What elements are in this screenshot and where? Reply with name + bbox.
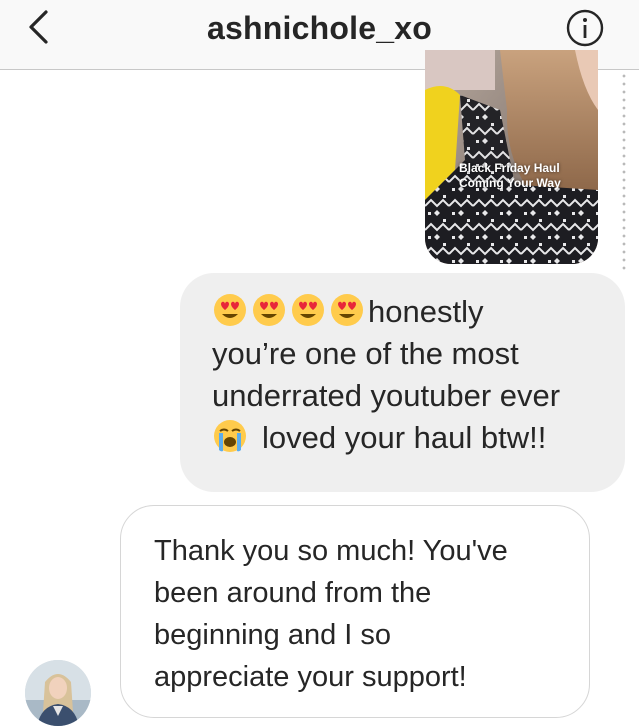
info-icon xyxy=(566,9,604,47)
heart-eyes-emoji-icon xyxy=(331,294,363,326)
scroll-indicator xyxy=(622,72,626,272)
story-caption: Black Friday Haul Coming Your Way xyxy=(459,161,561,190)
heart-eyes-emoji-icon xyxy=(253,294,285,326)
crying-face-emoji-icon xyxy=(214,420,246,452)
message-line-4: appreciate your support! xyxy=(154,661,467,693)
message-line-2: you’re one of the most xyxy=(212,336,519,371)
message-text: honestly xyxy=(368,294,484,329)
message-line-3: beginning and I so xyxy=(154,619,392,651)
message-line-1: Thank you so much! You've xyxy=(154,535,508,567)
message-line-2: been around from the xyxy=(154,577,432,609)
sender-avatar[interactable] xyxy=(25,660,91,726)
story-photo xyxy=(425,50,598,264)
heart-eyes-emoji-icon xyxy=(292,294,324,326)
sent-message-bubble[interactable]: honestly you’re one of the most underrat… xyxy=(180,273,625,492)
message-line-1: honestly xyxy=(212,291,605,333)
dm-thread-screen: ashnichole_xo Black Friday Haul Coming Y… xyxy=(0,0,639,727)
conversation-title[interactable]: ashnichole_xo xyxy=(0,10,639,47)
story-reply-thumbnail[interactable]: Black Friday Haul Coming Your Way xyxy=(425,50,598,264)
avatar-photo xyxy=(25,660,91,726)
message-line-3: underrated youtuber ever xyxy=(212,378,561,413)
message-text: loved your haul btw!! xyxy=(262,420,547,455)
info-button[interactable] xyxy=(565,8,605,48)
received-message-bubble[interactable]: Thank you so much! You've been around fr… xyxy=(120,505,590,718)
heart-eyes-emoji-icon xyxy=(214,294,246,326)
message-line-4: loved your haul btw!! xyxy=(212,417,605,459)
